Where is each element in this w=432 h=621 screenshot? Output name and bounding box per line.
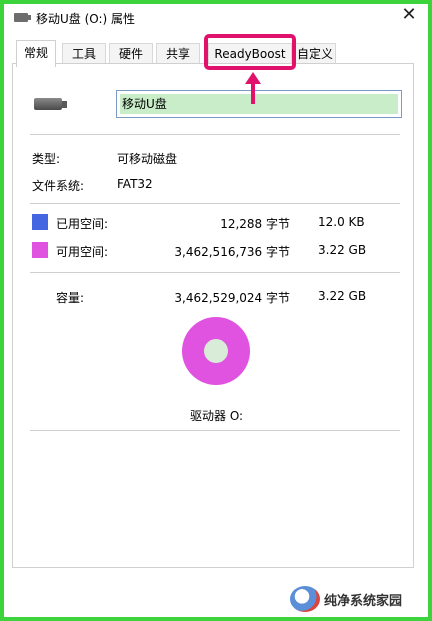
general-panel [12,63,414,568]
free-space-size: 3.22 GB [318,243,367,257]
donut-hole [204,339,228,363]
readyboost-highlight-box [204,34,296,70]
title-bar: 移动U盘 (O:) 属性 ✕ [4,4,428,32]
used-space-label: 已用空间: [56,217,109,231]
drive-letter-label: 驱动器 O: [190,409,244,423]
capacity-bytes: 3,462,529,024 字节 [174,291,290,305]
arrow-up-icon [245,72,261,84]
capacity-label: 容量: [56,291,85,305]
drive-name-input[interactable]: 移动U盘 [116,90,402,118]
filesystem-label: 文件系统: [32,179,85,193]
filesystem-value: FAT32 [117,177,153,191]
capacity-size: 3.22 GB [318,289,367,303]
annotation-arrow-shaft [251,82,255,104]
site-logo-icon [290,586,320,612]
drive-name-value[interactable]: 移动U盘 [120,94,398,114]
usb-drive-icon [34,98,67,110]
divider [30,134,400,135]
used-space-swatch [32,214,48,230]
divider [30,430,400,431]
free-space-bytes: 3,462,516,736 字节 [174,245,290,259]
watermark: 纯净系统家园 [290,584,426,614]
close-button[interactable]: ✕ [396,4,422,26]
divider [30,272,400,273]
type-value: 可移动磁盘 [117,152,178,166]
used-space-size: 12.0 KB [318,215,365,229]
disk-usage-donut [182,317,250,385]
free-space-swatch [32,242,48,258]
divider [30,203,400,204]
used-space-bytes: 12,288 字节 [220,217,290,231]
free-space-label: 可用空间: [56,245,109,259]
tab-general[interactable]: 常规 [16,40,56,67]
type-label: 类型: [32,152,61,166]
usb-drive-icon [14,13,31,22]
window-title: 移动U盘 (O:) 属性 [36,12,136,26]
watermark-text: 纯净系统家园 [324,594,403,609]
